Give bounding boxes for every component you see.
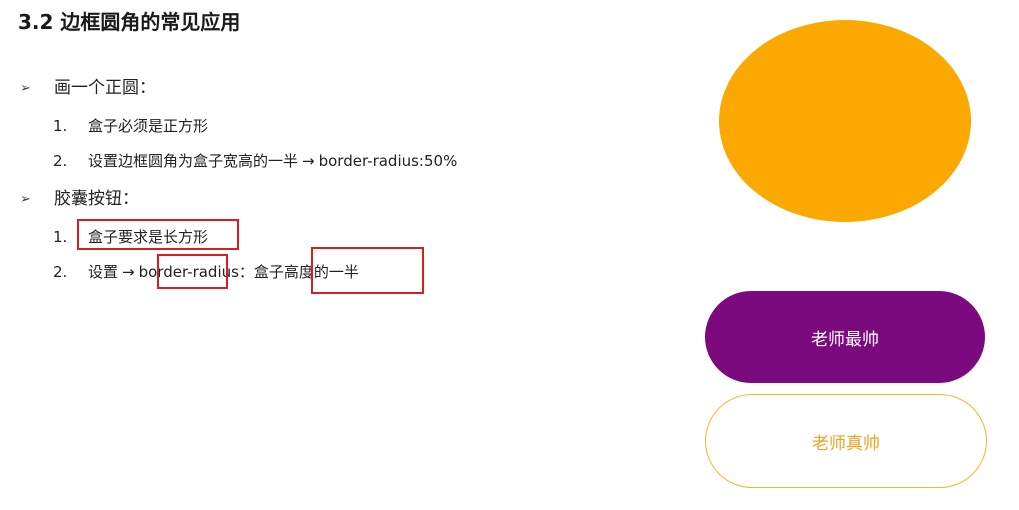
- right-arrow-icon: →: [122, 263, 135, 281]
- item-text-before: 设置: [88, 263, 119, 281]
- capsule-label: 老师真帅: [812, 433, 880, 454]
- demo-circle: [719, 20, 971, 222]
- section-heading-circle: 画一个正圆：: [54, 78, 156, 98]
- item-text-before: 设置边框圆角为盒子宽高的一半: [88, 152, 299, 170]
- capsule-label: 老师最帅: [811, 329, 879, 350]
- capsule-button-purple[interactable]: 老师最帅: [705, 291, 985, 383]
- list-number: 1.: [53, 117, 68, 135]
- list-number: 2.: [53, 263, 68, 281]
- list-item-text: 盒子必须是正方形: [88, 117, 209, 135]
- list-number: 1.: [53, 228, 68, 246]
- highlight-box-border: [157, 254, 228, 289]
- slide-title: 3.2 边框圆角的常见应用: [18, 10, 241, 34]
- section-heading-capsule: 胶囊按钮：: [54, 189, 139, 209]
- list-item-text: 设置边框圆角为盒子宽高的一半 → border-radius:50%: [88, 150, 457, 172]
- right-arrow-icon: →: [302, 152, 315, 170]
- bullet-arrow-icon: ➢: [20, 192, 31, 207]
- highlight-box-rectangle: [77, 219, 239, 250]
- capsule-button-outline[interactable]: 老师真帅: [705, 394, 987, 488]
- bullet-arrow-icon: ➢: [20, 81, 31, 96]
- list-number: 2.: [53, 152, 68, 170]
- highlight-box-height-half: [311, 247, 424, 294]
- item-text-after: border-radius:50%: [318, 152, 458, 170]
